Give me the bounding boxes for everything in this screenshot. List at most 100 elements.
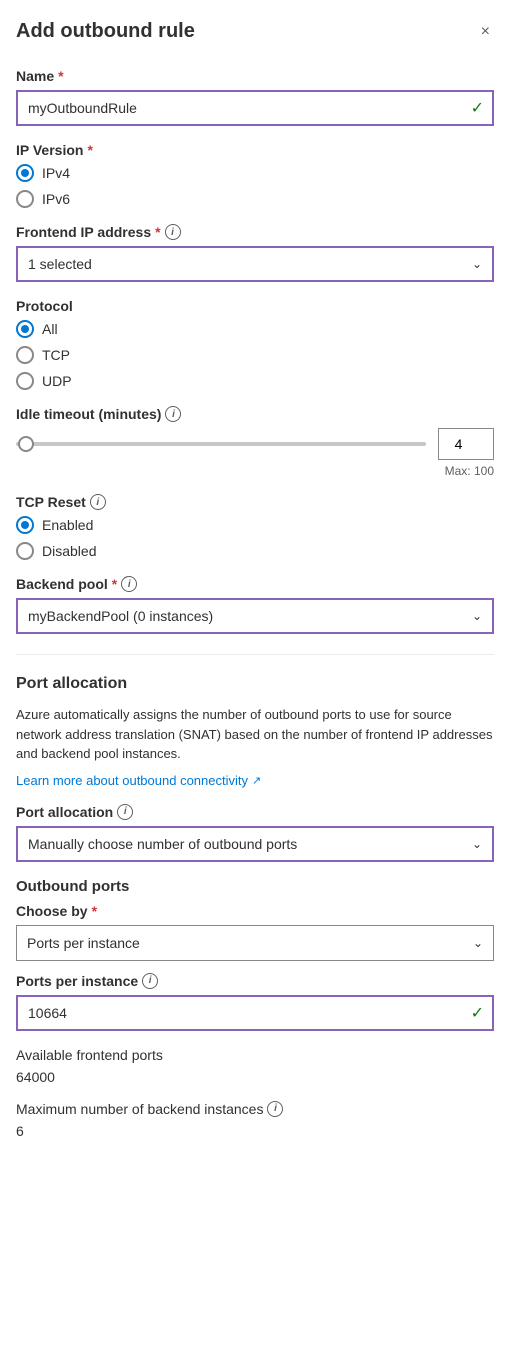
backend-pool-label: Backend pool * i [16, 576, 494, 592]
choose-by-dropdown[interactable]: Ports per instance ⌄ [16, 925, 494, 961]
tcp-reset-info-icon[interactable]: i [90, 494, 106, 510]
protocol-field-group: Protocol All TCP UDP [16, 298, 494, 390]
tcp-reset-enabled-option[interactable]: Enabled [16, 516, 494, 534]
backend-pool-dropdown-arrow: ⌄ [472, 609, 482, 623]
backend-pool-value: myBackendPool (0 instances) [28, 608, 213, 624]
protocol-all-label: All [42, 321, 58, 337]
max-backend-label: Maximum number of backend instances i [16, 1101, 494, 1117]
outbound-ports-title: Outbound ports [16, 878, 494, 895]
ip-version-ipv6-label: IPv6 [42, 191, 70, 207]
port-allocation-section: Port allocation Azure automatically assi… [16, 675, 494, 788]
name-field-group: Name * ✓ [16, 68, 494, 126]
ip-version-required-indicator: * [87, 142, 92, 158]
idle-timeout-max-label: Max: 100 [16, 464, 494, 478]
learn-more-link[interactable]: Learn more about outbound connectivity ↗ [16, 773, 261, 788]
tcp-reset-disabled-radio[interactable] [16, 542, 34, 560]
frontend-ip-required-indicator: * [155, 224, 160, 240]
protocol-all-radio-inner [21, 325, 29, 333]
idle-timeout-slider-track [16, 442, 426, 446]
port-allocation-description: Azure automatically assigns the number o… [16, 705, 494, 764]
protocol-radio-group: All TCP UDP [16, 320, 494, 390]
frontend-ip-value: 1 selected [28, 256, 92, 272]
name-label: Name * [16, 68, 494, 84]
ip-version-label: IP Version * [16, 142, 494, 158]
tcp-reset-enabled-radio-inner [21, 521, 29, 529]
add-outbound-rule-panel: Add outbound rule × Name * ✓ IP Version … [0, 0, 510, 1195]
idle-timeout-slider-section: Max: 100 [16, 428, 494, 478]
frontend-ip-field-group: Frontend IP address * i 1 selected ⌄ [16, 224, 494, 282]
panel-header: Add outbound rule × [16, 20, 494, 44]
name-required-indicator: * [58, 68, 63, 84]
tcp-reset-disabled-option[interactable]: Disabled [16, 542, 494, 560]
ports-per-instance-input[interactable] [16, 995, 494, 1031]
protocol-udp-option[interactable]: UDP [16, 372, 494, 390]
ip-version-ipv4-label: IPv4 [42, 165, 70, 181]
ip-version-ipv6-option[interactable]: IPv6 [16, 190, 494, 208]
available-frontend-ports-label: Available frontend ports [16, 1047, 494, 1063]
ip-version-radio-group: IPv4 IPv6 [16, 164, 494, 208]
outbound-ports-subsection: Outbound ports Choose by * Ports per ins… [16, 878, 494, 1139]
idle-timeout-input[interactable] [438, 428, 494, 460]
tcp-reset-disabled-label: Disabled [42, 543, 96, 559]
max-backend-group: Maximum number of backend instances i 6 [16, 1101, 494, 1139]
protocol-all-option[interactable]: All [16, 320, 494, 338]
ip-version-ipv4-option[interactable]: IPv4 [16, 164, 494, 182]
available-frontend-ports-value: 64000 [16, 1069, 494, 1085]
port-allocation-dropdown-label: Port allocation i [16, 804, 494, 820]
ip-version-field-group: IP Version * IPv4 IPv6 [16, 142, 494, 208]
section-divider [16, 654, 494, 655]
ports-per-instance-info-icon[interactable]: i [142, 973, 158, 989]
frontend-ip-dropdown-arrow: ⌄ [472, 257, 482, 271]
frontend-ip-info-icon[interactable]: i [165, 224, 181, 240]
backend-pool-dropdown[interactable]: myBackendPool (0 instances) ⌄ [16, 598, 494, 634]
ports-per-instance-check-icon: ✓ [471, 1003, 484, 1023]
available-frontend-ports-group: Available frontend ports 64000 [16, 1047, 494, 1085]
tcp-reset-enabled-radio[interactable] [16, 516, 34, 534]
ip-version-ipv6-radio[interactable] [16, 190, 34, 208]
choose-by-value: Ports per instance [27, 935, 140, 951]
idle-timeout-slider-row [16, 428, 494, 460]
choose-by-group: Choose by * Ports per instance ⌄ [16, 903, 494, 961]
protocol-tcp-option[interactable]: TCP [16, 346, 494, 364]
name-input[interactable] [16, 90, 494, 126]
max-backend-info-icon[interactable]: i [267, 1101, 283, 1117]
idle-timeout-label: Idle timeout (minutes) i [16, 406, 494, 422]
ports-per-instance-group: Ports per instance i ✓ [16, 973, 494, 1031]
panel-title: Add outbound rule [16, 20, 195, 43]
frontend-ip-label: Frontend IP address * i [16, 224, 494, 240]
close-button[interactable]: × [477, 20, 494, 44]
protocol-tcp-radio[interactable] [16, 346, 34, 364]
port-allocation-value: Manually choose number of outbound ports [28, 836, 297, 852]
port-allocation-dropdown-arrow: ⌄ [472, 837, 482, 851]
backend-pool-required-indicator: * [112, 576, 117, 592]
port-allocation-dropdown[interactable]: Manually choose number of outbound ports… [16, 826, 494, 862]
port-allocation-title: Port allocation [16, 675, 494, 693]
tcp-reset-enabled-label: Enabled [42, 517, 93, 533]
external-link-icon: ↗ [252, 774, 261, 787]
check-icon: ✓ [471, 98, 484, 118]
max-backend-value: 6 [16, 1123, 494, 1139]
frontend-ip-dropdown[interactable]: 1 selected ⌄ [16, 246, 494, 282]
ip-version-ipv4-radio-inner [21, 169, 29, 177]
protocol-all-radio[interactable] [16, 320, 34, 338]
ports-per-instance-input-wrapper: ✓ [16, 995, 494, 1031]
choose-by-required-indicator: * [92, 903, 97, 919]
port-allocation-info-icon[interactable]: i [117, 804, 133, 820]
tcp-reset-radio-group: Enabled Disabled [16, 516, 494, 560]
protocol-label: Protocol [16, 298, 494, 314]
choose-by-label: Choose by * [16, 903, 494, 919]
protocol-udp-label: UDP [42, 373, 72, 389]
port-allocation-dropdown-group: Port allocation i Manually choose number… [16, 804, 494, 862]
tcp-reset-label: TCP Reset i [16, 494, 494, 510]
ports-per-instance-label: Ports per instance i [16, 973, 494, 989]
ip-version-ipv4-radio[interactable] [16, 164, 34, 182]
idle-timeout-info-icon[interactable]: i [165, 406, 181, 422]
tcp-reset-field-group: TCP Reset i Enabled Disabled [16, 494, 494, 560]
idle-timeout-slider-thumb[interactable] [18, 436, 34, 452]
protocol-udp-radio[interactable] [16, 372, 34, 390]
name-input-wrapper: ✓ [16, 90, 494, 126]
idle-timeout-field-group: Idle timeout (minutes) i Max: 100 [16, 406, 494, 478]
backend-pool-info-icon[interactable]: i [121, 576, 137, 592]
backend-pool-field-group: Backend pool * i myBackendPool (0 instan… [16, 576, 494, 634]
choose-by-dropdown-arrow: ⌄ [473, 936, 483, 950]
